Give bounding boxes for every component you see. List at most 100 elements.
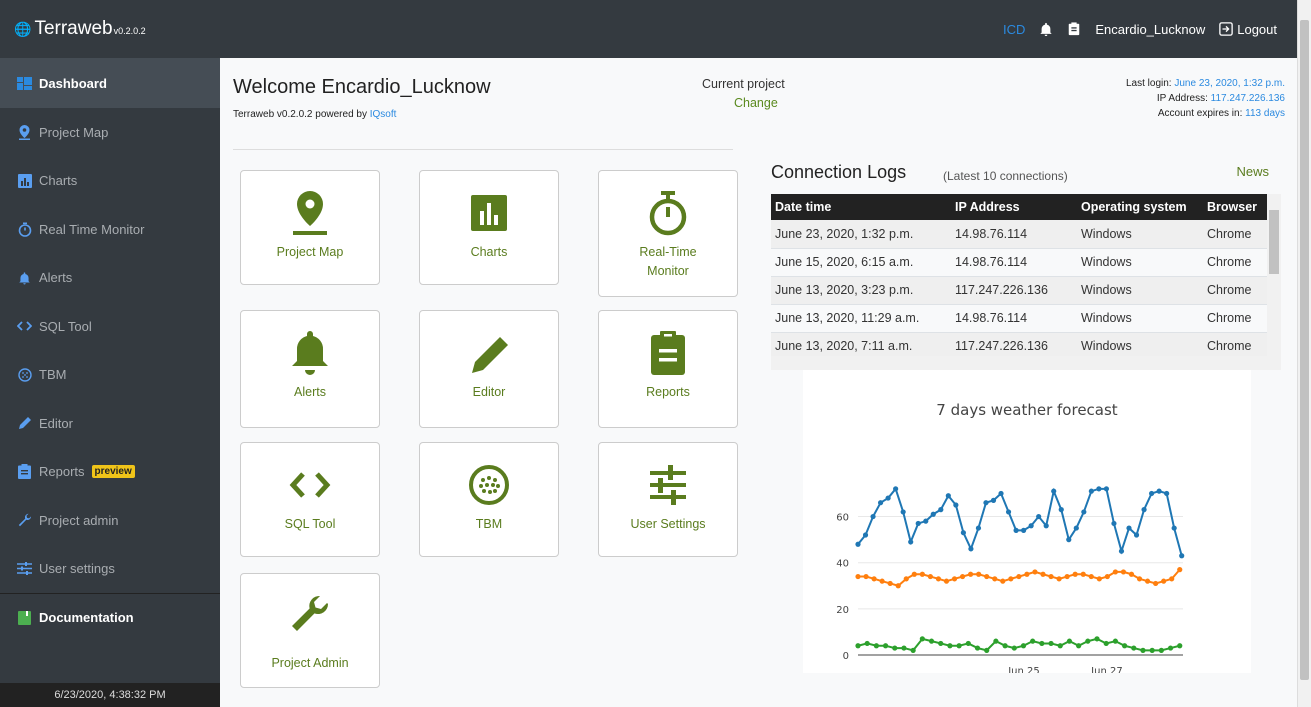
data-point (915, 520, 921, 527)
tile-label: SQL Tool (284, 517, 336, 531)
data-point (965, 640, 971, 647)
sidebar-item-documentation[interactable]: Documentation (0, 593, 220, 642)
data-point (927, 573, 933, 580)
data-point (1167, 645, 1174, 651)
notification-bell-icon[interactable] (1039, 22, 1053, 36)
news-link[interactable]: News (1236, 164, 1269, 179)
data-point (901, 645, 907, 651)
map-marker-icon (293, 191, 327, 235)
x-tick-label: Jun 27 (1090, 666, 1123, 673)
tile-sql-tool[interactable]: SQL Tool (240, 442, 380, 557)
sidebar-item-real-time-monitor[interactable]: Real Time Monitor (0, 205, 220, 254)
sliders-icon (650, 465, 686, 505)
data-point (877, 500, 884, 506)
tile-user-settings[interactable]: User Settings (598, 442, 738, 557)
tile-reports[interactable]: Reports (598, 310, 738, 428)
brand-logo[interactable]: 🌐 Terraweb v0.2.0.2 (14, 18, 146, 40)
tile-project-admin[interactable]: Project Admin (240, 573, 380, 688)
dashboard-icon (17, 76, 32, 91)
page-title: Welcome Encardio_Lucknow (233, 76, 491, 98)
table-scrollbar-thumb[interactable] (1269, 210, 1279, 274)
data-point (863, 573, 869, 580)
data-point (959, 573, 966, 580)
iqsoft-link[interactable]: IQsoft (370, 109, 397, 120)
data-point (873, 643, 879, 649)
data-point (1148, 490, 1155, 497)
connection-logs-body: June 23, 2020, 1:32 p.m. 14.98.76.114 Wind… (771, 220, 1267, 361)
tbm-icon (469, 465, 509, 505)
column-header: Date time (771, 194, 951, 220)
sidebar-item-label: TBM (39, 367, 67, 383)
data-point (1144, 578, 1151, 584)
tile-real-time-monitor[interactable]: Real-Time Monitor (598, 170, 738, 297)
pencil-icon (472, 337, 508, 373)
table-cell: 117.247.226.136 (951, 276, 1077, 305)
table-cell: Chrome (1203, 304, 1267, 333)
tile-editor[interactable]: Editor (419, 310, 559, 428)
tile-tbm[interactable]: TBM (419, 442, 559, 557)
weather-chart-svg: 7 days weather forecast 0 20 40 60 Jun 25 Jun … (836, 401, 1185, 673)
wrench-icon (292, 595, 329, 631)
sidebar-item-alerts[interactable]: Alerts (0, 254, 220, 303)
sidebar-item-project-map[interactable]: Project Map (0, 108, 220, 157)
sidebar-item-label: SQL Tool (39, 318, 92, 334)
data-point (1085, 638, 1091, 644)
clipboard-icon[interactable] (1067, 22, 1081, 36)
data-point (1036, 513, 1042, 520)
y-tick-label: 20 (836, 605, 849, 616)
table-horizontal-scrollbar[interactable] (771, 356, 1281, 370)
sidebar-item-sql-tool[interactable]: SQL Tool (0, 302, 220, 351)
column-header: IP Address (951, 194, 1077, 220)
data-point (1081, 509, 1087, 515)
tile-project-map[interactable]: Project Map (240, 170, 380, 285)
logout-button[interactable]: Logout (1219, 22, 1277, 37)
map-marker-icon (17, 124, 32, 140)
data-point (1058, 507, 1064, 513)
data-point (1048, 640, 1054, 647)
expires-label: Account expires in: (1157, 108, 1243, 119)
logout-icon (1219, 22, 1234, 36)
data-point (956, 643, 962, 649)
table-cell: 14.98.76.114 (951, 248, 1077, 277)
table-row: June 13, 2020, 3:23 p.m. 117.247.226.136 W… (771, 276, 1267, 305)
sidebar-item-tbm[interactable]: TBM (0, 351, 220, 400)
table-vertical-scrollbar[interactable] (1267, 194, 1281, 356)
page-scrollbar-thumb[interactable] (1300, 20, 1309, 680)
sidebar-item-user-settings[interactable]: User settings (0, 545, 220, 594)
data-point (1028, 523, 1034, 529)
main-content: Welcome Encardio_Lucknow Terraweb v0.2.0… (220, 58, 1297, 707)
sidebar-item-project-admin[interactable]: Project admin (0, 496, 220, 545)
change-project-link[interactable]: Change (734, 96, 778, 110)
data-point (1011, 645, 1017, 651)
sidebar-item-dashboard[interactable]: Dashboard (0, 58, 220, 108)
table-cell: Windows (1077, 220, 1203, 249)
data-point (998, 490, 1004, 497)
sidebar-item-reports[interactable]: Reports preview (0, 448, 220, 497)
data-point (938, 640, 944, 647)
data-point (919, 636, 925, 642)
data-point (1133, 532, 1140, 538)
stopwatch-icon (649, 191, 687, 236)
powered-by: Terraweb v0.2.0.2 powered by IQsoft (233, 109, 396, 120)
data-point (1030, 638, 1036, 644)
data-point (1118, 548, 1125, 554)
last-login-value: June 23, 2020, 1:32 p.m. (1174, 78, 1285, 89)
data-point (882, 643, 889, 649)
data-point (892, 645, 898, 651)
data-point (993, 638, 999, 644)
page-scrollbar[interactable] (1297, 0, 1311, 707)
data-point (887, 580, 893, 587)
brand-version: v0.2.0.2 (113, 26, 146, 36)
clipboard-icon (651, 331, 685, 375)
tile-charts[interactable]: Charts (419, 170, 559, 285)
sidebar-item-editor[interactable]: Editor (0, 399, 220, 448)
sidebar-item-charts[interactable]: Charts (0, 157, 220, 206)
username[interactable]: Encardio_Lucknow (1095, 22, 1205, 37)
tile-alerts[interactable]: Alerts (240, 310, 380, 428)
icd-link[interactable]: ICD (1003, 22, 1025, 37)
table-cell: Chrome (1203, 276, 1267, 305)
sidebar-item-label: Charts (39, 173, 78, 189)
sidebar-item-label: Project Map (39, 124, 109, 140)
table-cell: 14.98.76.114 (951, 220, 1077, 249)
table-header-row: Date time IP Address Operating system Br… (771, 194, 1267, 220)
